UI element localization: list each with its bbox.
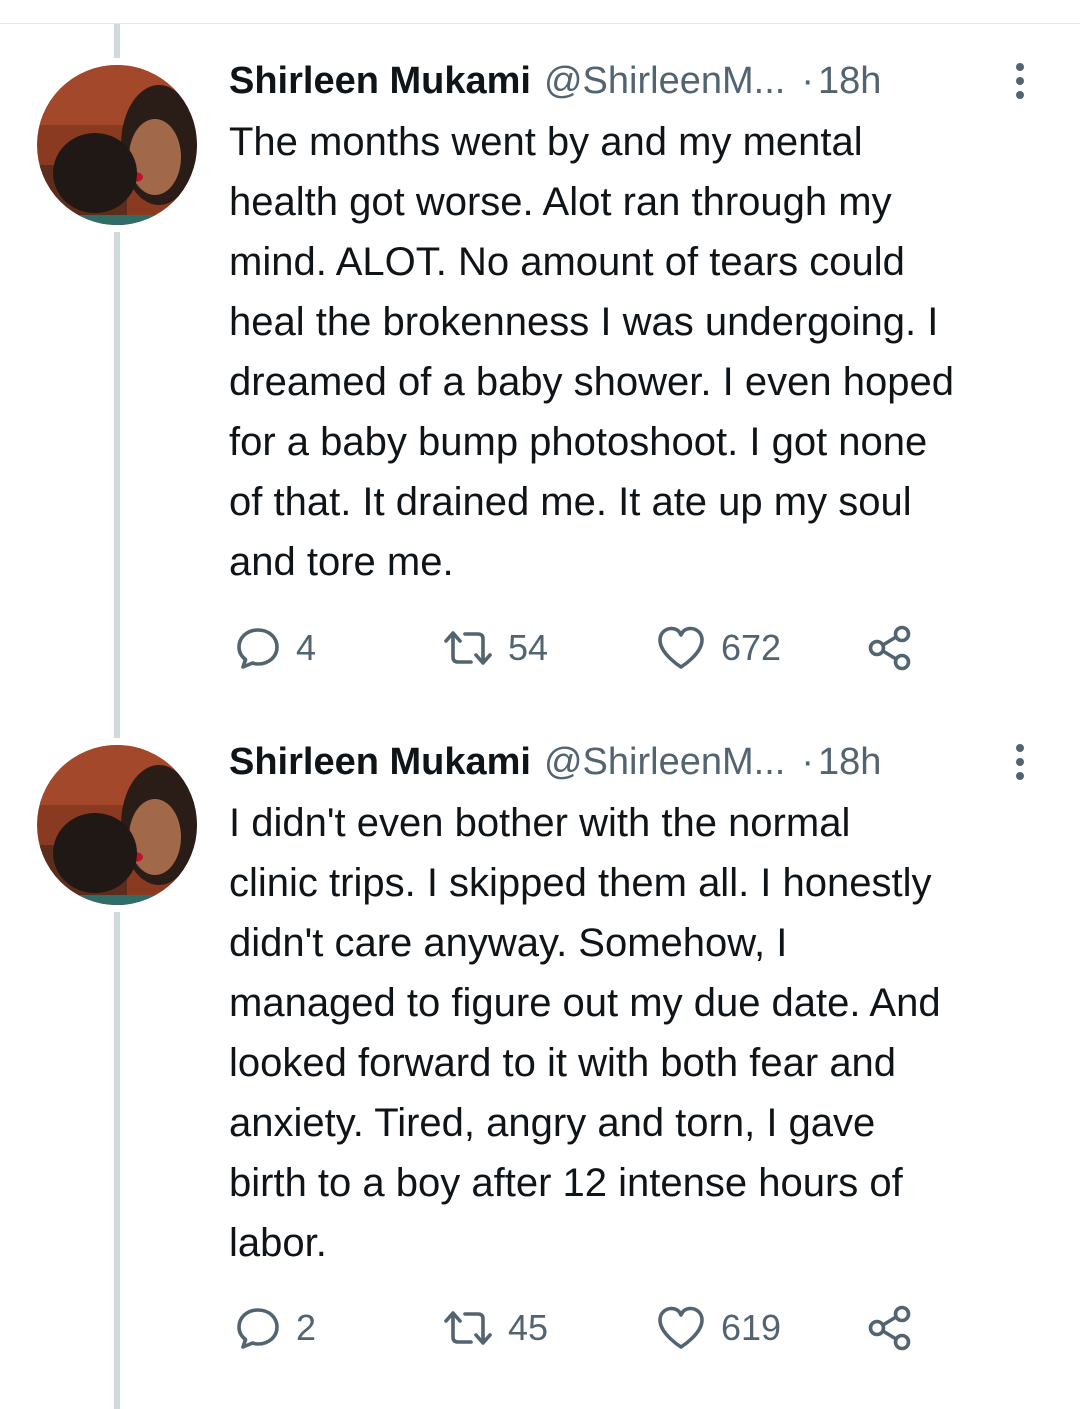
reply-icon [237, 1308, 279, 1349]
share-button[interactable] [866, 622, 916, 674]
share-icon [868, 625, 911, 671]
author-handle[interactable]: @ShirleenM... [544, 60, 785, 103]
tweet-text-line: clinic trips. I skipped them all. I hone… [229, 861, 932, 905]
author-name[interactable]: Shirleen Mukami [229, 741, 531, 784]
reply-button[interactable]: 2 [234, 1302, 316, 1354]
tweet[interactable]: Shirleen Mukami @ShirleenM... · 18h I di… [0, 700, 1080, 1409]
tweet-text: I didn't even bother with the normal cli… [229, 793, 1049, 1273]
retweet-icon [444, 631, 492, 665]
reply-button[interactable]: 4 [234, 622, 316, 674]
tweet-text-line: anxiety. Tired, angry and torn, I gave [229, 1101, 876, 1145]
like-count: 619 [721, 1307, 782, 1348]
tweet-text-line: looked forward to it with both fear and [229, 1041, 897, 1085]
tweet-actions: 2 45 619 [0, 1302, 1080, 1354]
reply-count: 4 [296, 627, 317, 668]
more-options-icon[interactable] [1013, 59, 1027, 103]
tweet-text-line: didn't care anyway. Somehow, I [229, 921, 788, 965]
tweet-header: Shirleen Mukami @ShirleenM... · 18h [229, 740, 881, 784]
like-button[interactable]: 619 [655, 1302, 781, 1354]
tweet-text-line: managed to figure out my due date. And [229, 981, 941, 1025]
more-options-icon[interactable] [1013, 740, 1027, 784]
tweet-text-line: mind. ALOT. No amount of tears could [229, 240, 905, 284]
tweet-text-line: labor. [229, 1221, 327, 1265]
author-handle[interactable]: @ShirleenM... [544, 741, 785, 784]
retweet-count: 45 [508, 1307, 549, 1348]
share-icon [868, 1305, 911, 1351]
tweet-text: The months went by and my mental health … [229, 112, 1049, 592]
retweet-icon [444, 1311, 492, 1345]
separator-dot: · [801, 740, 814, 783]
tweet-text-line: I didn't even bother with the normal [229, 801, 851, 845]
heart-icon [658, 1306, 704, 1349]
tweet[interactable]: Shirleen Mukami @ShirleenM... · 18h The … [0, 0, 1080, 700]
like-button[interactable]: 672 [655, 622, 781, 674]
tweet-actions: 4 54 672 [0, 622, 1080, 674]
tweet-text-line: of that. It drained me. It ate up my sou… [229, 480, 912, 524]
like-count: 672 [721, 627, 782, 668]
tweet-text-line: and tore me. [229, 540, 454, 584]
avatar[interactable] [37, 65, 197, 225]
author-name[interactable]: Shirleen Mukami [229, 60, 531, 103]
tweet-header: Shirleen Mukami @ShirleenM... · 18h [229, 59, 881, 103]
tweet-text-line: The months went by and my mental [229, 120, 863, 164]
tweet-text-line: health got worse. Alot ran through my [229, 180, 892, 224]
timestamp[interactable]: 18h [818, 60, 881, 103]
tweet-text-line: birth to a boy after 12 intense hours of [229, 1161, 903, 1205]
separator-dot: · [801, 59, 814, 102]
tweet-text-line: heal the brokenness I was undergoing. I [229, 300, 939, 344]
reply-icon [237, 628, 279, 669]
tweet-text-line: for a baby bump photoshoot. I got none [229, 420, 928, 464]
tweet-text-line: dreamed of a baby shower. I even hoped [229, 360, 954, 404]
reply-count: 2 [296, 1307, 317, 1348]
retweet-button[interactable]: 54 [442, 622, 548, 674]
retweet-button[interactable]: 45 [442, 1302, 548, 1354]
share-button[interactable] [866, 1302, 916, 1354]
avatar[interactable] [37, 745, 197, 905]
retweet-count: 54 [508, 627, 549, 668]
timestamp[interactable]: 18h [818, 741, 881, 784]
heart-icon [658, 626, 704, 669]
